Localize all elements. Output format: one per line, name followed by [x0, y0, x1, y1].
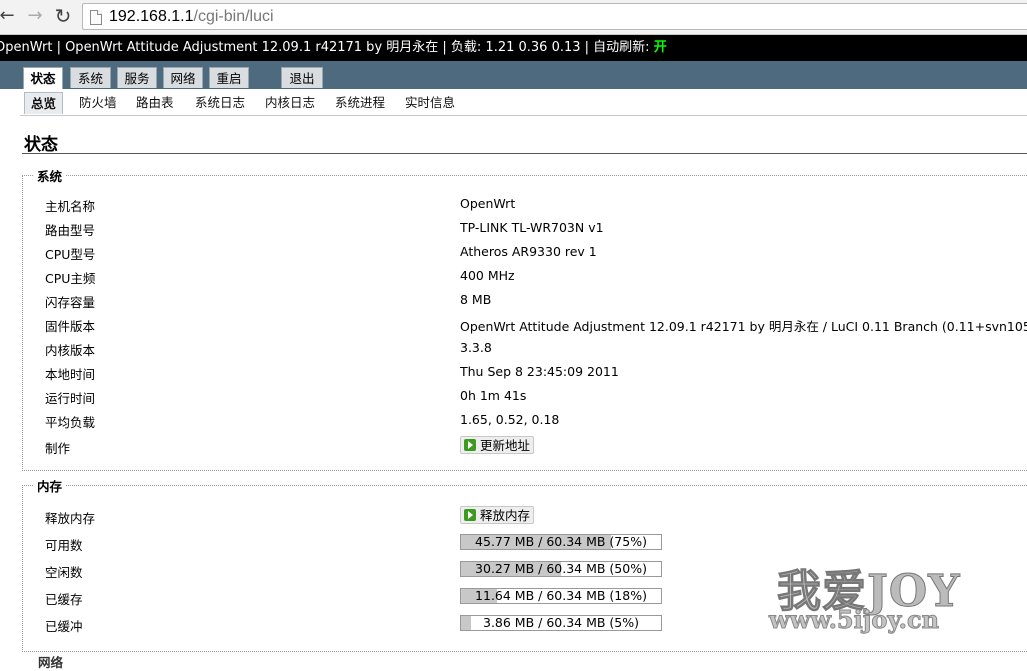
flash-value: 8 MB [460, 292, 492, 307]
flash-label: 闪存容量 [45, 295, 96, 310]
page-title: 状态 [24, 135, 58, 155]
load-average-label: 平均负载 [45, 415, 96, 430]
play-icon [464, 509, 476, 521]
url-path: /cgi-bin/luci [193, 8, 274, 25]
load-average-value: 1.65, 0.52, 0.18 [460, 412, 560, 427]
page-icon [90, 10, 102, 25]
kernel-label: 内核版本 [45, 343, 96, 358]
url-host: 192.168.1.1 [109, 8, 194, 25]
cpu-freq-label: CPU主频 [45, 271, 96, 286]
tab-reboot[interactable]: 重启 [209, 67, 249, 88]
subtab-routes[interactable]: 路由表 [136, 92, 174, 114]
free-label: 空闲数 [45, 565, 83, 580]
browser-toolbar: ← → ↻ 192.168.1.1/cgi-bin/luci [0, 0, 1027, 35]
kernel-value: 3.3.8 [460, 340, 492, 355]
back-arrow-icon[interactable]: ← [0, 5, 18, 27]
tab-logout[interactable]: 退出 [281, 67, 323, 88]
header-info: OpenWrt | OpenWrt Attitude Adjustment 12… [0, 40, 654, 55]
release-memory-button-label: 释放内存 [480, 508, 531, 523]
router-header: OpenWrt | OpenWrt Attitude Adjustment 12… [0, 35, 1027, 61]
available-bar: 45.77 MB / 60.34 MB (75%) [460, 534, 662, 550]
subtab-firewall[interactable]: 防火墙 [79, 92, 117, 114]
system-legend: 系统 [37, 169, 63, 184]
sub-menu: 总览 防火墙 路由表 系统日志 内核日志 系统进程 实时信息 [20, 89, 1027, 116]
subtab-overview[interactable]: 总览 [24, 92, 64, 114]
tab-status[interactable]: 状态 [23, 67, 63, 90]
release-memory-label: 释放内存 [45, 511, 96, 526]
buffered-label: 已缓冲 [45, 619, 83, 634]
model-label: 路由型号 [45, 223, 96, 238]
url-text[interactable]: 192.168.1.1/cgi-bin/luci [109, 7, 274, 26]
cached-bar-text: 11.64 MB / 60.34 MB (18%) [475, 588, 647, 603]
title-divider [22, 153, 1027, 154]
subtab-syslog[interactable]: 系统日志 [195, 92, 245, 114]
address-bar[interactable]: 192.168.1.1/cgi-bin/luci [82, 3, 1027, 30]
local-time-value: Thu Sep 8 23:45:09 2011 [460, 364, 619, 379]
free-bar-text: 30.27 MB / 60.34 MB (50%) [475, 561, 647, 576]
free-bar: 30.27 MB / 60.34 MB (50%) [460, 561, 662, 577]
update-address-label: 更新地址 [480, 438, 531, 453]
main-menu: 状态 系统 服务 网络 重启 退出 [0, 61, 1027, 90]
uptime-label: 运行时间 [45, 391, 96, 406]
cpu-freq-value: 400 MHz [460, 268, 515, 283]
firmware-label: 固件版本 [45, 319, 96, 334]
cpu-model-label: CPU型号 [45, 247, 96, 262]
watermark-url: www.5ijoy.cn [768, 605, 940, 635]
cached-label: 已缓存 [45, 592, 83, 607]
hostname-value: OpenWrt [460, 196, 516, 211]
uptime-value: 0h 1m 41s [460, 388, 527, 403]
cpu-model-value: Atheros AR9330 rev 1 [460, 244, 597, 259]
author-label: 制作 [45, 441, 71, 456]
available-bar-text: 45.77 MB / 60.34 MB (75%) [475, 534, 647, 549]
network-legend: 网络 [38, 655, 64, 670]
subtab-kernel-log[interactable]: 内核日志 [265, 92, 315, 114]
reload-icon[interactable]: ↻ [52, 5, 74, 27]
model-value: TP-LINK TL-WR703N v1 [460, 220, 604, 235]
forward-arrow-icon[interactable]: → [24, 5, 46, 27]
auto-refresh-toggle[interactable]: 开 [654, 40, 667, 55]
update-address-button[interactable]: 更新地址 [460, 436, 535, 454]
release-memory-button[interactable]: 释放内存 [460, 506, 535, 524]
watermark: 我爱JOY www.5ijoy.cn [765, 555, 985, 635]
tab-network[interactable]: 网络 [163, 67, 203, 88]
hostname-label: 主机名称 [45, 199, 96, 214]
buffered-bar: 3.86 MB / 60.34 MB (5%) [460, 615, 662, 631]
firmware-value: OpenWrt Attitude Adjustment 12.09.1 r421… [460, 319, 1027, 334]
subtab-processes[interactable]: 系统进程 [335, 92, 385, 114]
play-icon [464, 439, 476, 451]
buffered-bar-text: 3.86 MB / 60.34 MB (5%) [483, 615, 639, 630]
local-time-label: 本地时间 [45, 367, 96, 382]
tab-services[interactable]: 服务 [117, 67, 157, 88]
available-label: 可用数 [45, 538, 83, 553]
subtab-realtime[interactable]: 实时信息 [405, 92, 455, 114]
memory-legend: 内存 [37, 479, 63, 494]
cached-bar: 11.64 MB / 60.34 MB (18%) [460, 588, 662, 604]
tab-system[interactable]: 系统 [70, 67, 111, 88]
